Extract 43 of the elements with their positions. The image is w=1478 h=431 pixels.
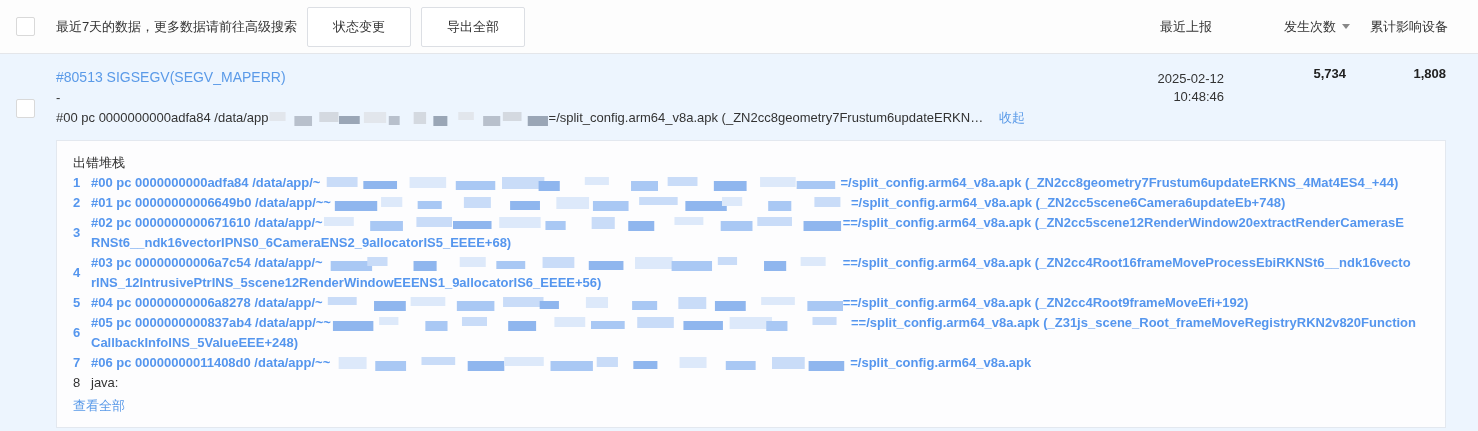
- column-header[interactable]: 累计影响设备: [1370, 17, 1448, 36]
- line-number: 6: [73, 324, 82, 342]
- frame-text: #00 pc 0000000000adfa84 /data/app: [56, 109, 269, 127]
- last-report-time: 10:48:46: [1173, 88, 1224, 106]
- stack-frame-text: #06 pc 00000000011408d0 /data/app/~~: [91, 354, 331, 372]
- toolbar-button[interactable]: 导出全部: [421, 6, 526, 47]
- issue-subtitle: -: [56, 89, 62, 107]
- affected-devices-count: 1,808: [1413, 66, 1446, 83]
- stack-frame-text: ==/split_config.arm64_v8a.apk (_ZN2cc5scene12RenderWindow20extractRenderCamerasE: [842, 214, 1404, 232]
- stack-frame-text: =/split_config.arm64_v8a.apk (_ZN2cc5scene6Camera6updateEb+748): [850, 194, 1286, 212]
- last-report-date: 2025-02-12: [1157, 70, 1224, 88]
- line-number: 2: [73, 194, 82, 212]
- stack-frame-text: #05 pc 0000000000837ab4 /data/app/~~: [91, 314, 331, 332]
- line-number: 1: [73, 174, 82, 192]
- line-number: 4: [73, 264, 82, 282]
- stack-frame-text: ==/split_config.arm64_v8a.apk (_Z31js_scene_Root_frameMoveRegistryRKN2v820Function: [850, 314, 1416, 332]
- stack-frame-text: RNSt6__ndk16vectorIPNS0_6CameraENS2_9allocatorIS5_EEEE+68): [91, 234, 513, 252]
- stack-frame-text: #04 pc 00000000006a8278 /data/app/~: [91, 294, 323, 312]
- stack-frame-text: =/split_config.arm64_v8a.apk (_ZN2cc8geometry7Frustum6updateERKNS_4Mat4ES4_+44): [840, 174, 1399, 192]
- line-number: 5: [73, 294, 82, 312]
- column-header[interactable]: 最近上报: [1160, 17, 1212, 36]
- notice-text: 最近7天的数据，更多数据请前往高级搜索: [56, 17, 298, 36]
- stack-frame-text: java:: [91, 374, 119, 392]
- occurrence-count: 5,734: [1313, 66, 1346, 83]
- stack-frame-text: rINS_12IntrusivePtrINS_5scene12RenderWindowEEENS1_9allocatorIS6_EEEE+56): [91, 274, 603, 292]
- stack-frame-text: =/split_config.arm64_v8a.apk: [850, 354, 1032, 372]
- stack-title: 出错堆栈: [73, 154, 126, 172]
- frame-text: =/split_config.arm64_v8a.apk (_ZN2cc8geometry7Frustum6updateERKN…: [548, 109, 984, 127]
- sort-caret-icon[interactable]: [1342, 24, 1350, 29]
- stack-frame-text: #02 pc 0000000000671610 /data/app/~: [91, 214, 323, 232]
- line-number: 7: [73, 354, 82, 372]
- stack-frame-text: #00 pc 0000000000adfa84 /data/app/~: [91, 174, 321, 192]
- stack-frame-text: #01 pc 00000000006649b0 /data/app/~~: [91, 194, 331, 212]
- line-number: 8: [73, 374, 82, 392]
- line-number: 3: [73, 224, 82, 242]
- stack-frame-text: ==/split_config.arm64_v8a.apk (_ZN2cc4Root16frameMoveProcessEbiRKNSt6__ndk16vecto: [842, 254, 1411, 272]
- column-header[interactable]: 发生次数: [1284, 17, 1350, 36]
- select-all-checkbox[interactable]: [16, 17, 35, 36]
- row-checkbox[interactable]: [16, 98, 35, 118]
- stack-frame-text: #03 pc 00000000006a7c54 /data/app/~: [91, 254, 323, 272]
- toolbar-button[interactable]: 状态变更: [307, 6, 412, 47]
- stack-frame-text: ==/split_config.arm64_v8a.apk (_ZN2cc4Root9frameMoveEfi+192): [842, 294, 1249, 312]
- stack-frame-text: CallbackInfoINS_5ValueEEE+248): [91, 334, 300, 352]
